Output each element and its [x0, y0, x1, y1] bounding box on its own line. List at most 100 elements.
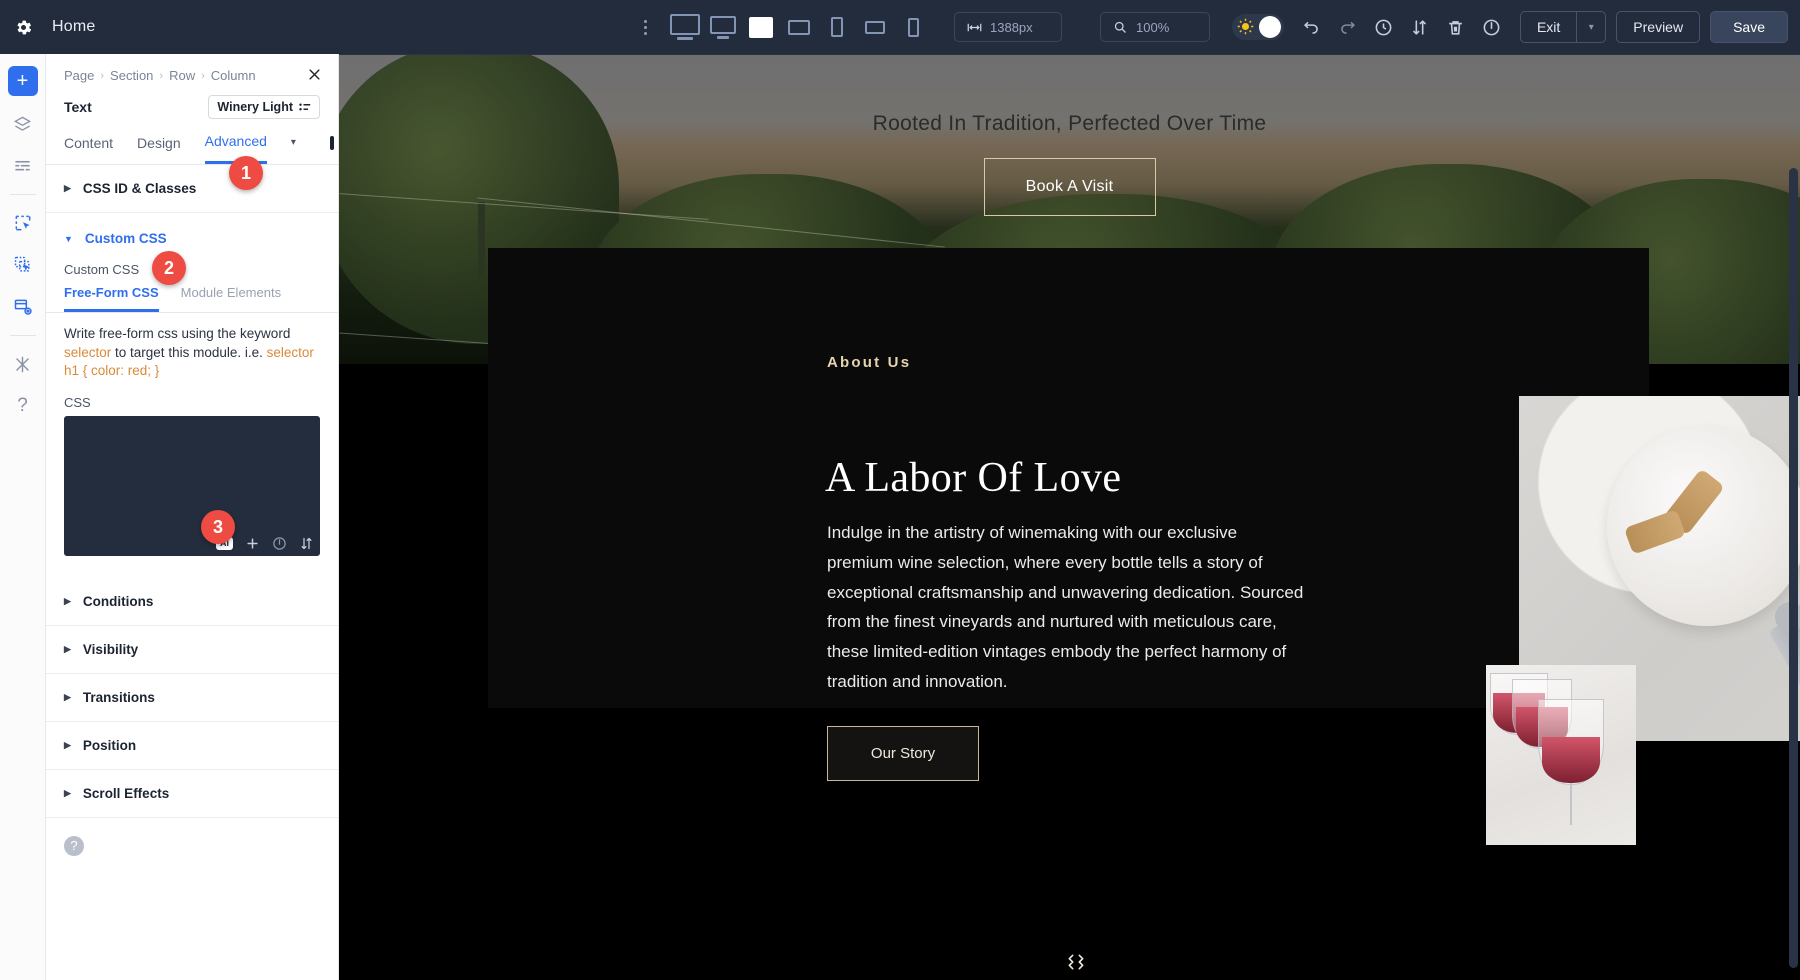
reset-button[interactable]: [272, 536, 287, 551]
tab-content[interactable]: Content: [64, 135, 113, 163]
accordion-label-scroll-effects: Scroll Effects: [82, 785, 170, 801]
accordion-conditions[interactable]: ▶ Conditions: [46, 578, 338, 626]
glass-stem: [1570, 783, 1572, 825]
arrows-horizontal-icon: [967, 23, 982, 31]
marker-1: 1: [229, 156, 263, 190]
tablet-landscape-icon[interactable]: [742, 12, 780, 42]
zoom-input[interactable]: 100%: [1100, 12, 1210, 42]
gear-icon[interactable]: [0, 0, 46, 54]
accordion-scroll-effects[interactable]: ▶ Scroll Effects: [46, 770, 338, 818]
accordion-custom-css[interactable]: ▼ Custom CSS: [46, 213, 338, 254]
preview-button[interactable]: Preview: [1616, 11, 1701, 43]
breadcrumb-item-row[interactable]: Row: [169, 68, 195, 83]
chevron-down-icon[interactable]: ▾: [291, 137, 296, 160]
responsive-button[interactable]: [299, 536, 314, 551]
tablet-icon[interactable]: [780, 12, 818, 42]
breadcrumb-sep-2: ›: [159, 69, 164, 82]
accordion-visibility[interactable]: ▶ Visibility: [46, 626, 338, 674]
css-editor[interactable]: AI: [64, 415, 320, 556]
close-icon[interactable]: [307, 67, 322, 85]
page-canvas[interactable]: Rooted In Tradition, Perfected Over Time…: [339, 54, 1800, 980]
sun-icon: [1237, 18, 1254, 40]
marker-3: 3: [201, 510, 235, 544]
breadcrumb-item-section[interactable]: Section: [110, 68, 153, 83]
accordion-position[interactable]: ▶ Position: [46, 722, 338, 770]
add-module-button[interactable]: +: [7, 66, 38, 96]
help-part-1: Write free-form css using the keyword: [64, 326, 291, 341]
canvas-scrollbar[interactable]: [1789, 168, 1798, 968]
theme-toggle[interactable]: [1231, 14, 1284, 40]
about-eyebrow: About Us: [827, 354, 912, 371]
tab-design[interactable]: Design: [137, 135, 181, 163]
breadcrumb-item-page[interactable]: Page: [64, 68, 94, 83]
canvas-width-input[interactable]: 1388px: [954, 12, 1062, 42]
subtab-module-elements[interactable]: Module Elements: [181, 285, 281, 312]
redo-icon[interactable]: [1330, 9, 1366, 45]
list-view-button[interactable]: [9, 152, 37, 180]
tools-button[interactable]: [9, 350, 37, 378]
sort-arrows-icon[interactable]: [1402, 9, 1438, 45]
question-icon: ?: [17, 395, 28, 416]
top-toolbar: Home 1388px 100% Exit ▾ Preview Save: [0, 0, 1800, 54]
breadcrumb: Page › Section › Row › Column: [46, 54, 338, 83]
more-options-icon[interactable]: [636, 19, 654, 35]
accordion-label-conditions: Conditions: [82, 593, 154, 609]
accordion-label: CSS ID & Classes: [82, 181, 197, 196]
rail-divider-2: [9, 335, 36, 336]
help-button[interactable]: ?: [9, 392, 37, 420]
trash-icon[interactable]: [1438, 9, 1474, 45]
accordion-transitions[interactable]: ▶ Transitions: [46, 674, 338, 722]
desktop-icon[interactable]: [666, 12, 704, 42]
breadcrumb-sep-3: ›: [201, 69, 205, 82]
left-icon-rail: + ?: [0, 54, 46, 980]
help-line-2: h1 { color: red; }: [64, 363, 160, 379]
marker-2: 2: [152, 251, 186, 285]
module-header: Text Winery Light: [46, 83, 338, 123]
zoom-value: 100%: [1136, 19, 1170, 35]
preset-selector[interactable]: Winery Light: [208, 95, 320, 119]
exit-dropdown-caret[interactable]: ▾: [1576, 11, 1607, 43]
breadcrumb-sep-1: ›: [100, 69, 105, 82]
select-element-button[interactable]: [9, 209, 37, 237]
toolbar-actions: Exit ▾ Preview Save: [1231, 0, 1788, 54]
wine-glasses-image[interactable]: [1486, 665, 1636, 845]
question-circle-icon[interactable]: ?: [64, 835, 84, 856]
wine-shape-front: [1542, 737, 1600, 783]
our-story-button[interactable]: Our Story: [827, 726, 979, 781]
add-button[interactable]: [245, 536, 260, 551]
list-icon: [15, 160, 30, 170]
laptop-icon[interactable]: [704, 12, 742, 42]
triangle-right-icon: ▶: [64, 739, 71, 750]
save-button[interactable]: Save: [1710, 11, 1788, 43]
custom-css-subtabs: Free-Form CSS Module Elements: [46, 277, 338, 313]
phone-small-icon[interactable]: [856, 12, 894, 42]
accordion-label-position: Position: [82, 737, 137, 753]
module-type-label: Text: [64, 99, 92, 115]
undo-icon[interactable]: [1294, 9, 1330, 45]
clock-icon[interactable]: [1366, 9, 1402, 45]
breadcrumb-item-column[interactable]: Column: [211, 68, 256, 83]
layers-button[interactable]: [9, 110, 37, 138]
triangle-down-icon: ▼: [64, 233, 73, 244]
power-icon[interactable]: [1474, 9, 1510, 45]
wireframe-button[interactable]: [9, 293, 37, 321]
theme-toggle-knob: [1258, 16, 1281, 38]
accordion-label-custom-css: Custom CSS: [84, 231, 167, 246]
move-icon[interactable]: [1064, 950, 1088, 974]
multi-select-button[interactable]: [9, 251, 37, 279]
about-paragraph[interactable]: Indulge in the artistry of winemaking wi…: [827, 518, 1307, 697]
triangle-right-icon: ▶: [64, 183, 71, 193]
book-a-visit-button[interactable]: Book A Visit: [983, 158, 1156, 216]
exit-button[interactable]: Exit: [1519, 11, 1577, 43]
phone-landscape-icon[interactable]: [818, 12, 856, 42]
fence-post: [478, 202, 485, 276]
css-editor-label: CSS: [64, 394, 91, 410]
about-heading[interactable]: A Labor Of Love: [825, 454, 1121, 502]
desktop-small-icon[interactable]: [329, 135, 334, 150]
subtab-free-form-css[interactable]: Free-Form CSS: [64, 285, 159, 312]
triangle-right-icon: ▶: [64, 643, 71, 654]
accordion-css-id-classes[interactable]: ▶ CSS ID & Classes: [46, 165, 338, 213]
canvas-width-value: 1388px: [990, 19, 1033, 35]
phone-icon[interactable]: [894, 12, 932, 42]
wireframe-icon: [14, 299, 32, 315]
